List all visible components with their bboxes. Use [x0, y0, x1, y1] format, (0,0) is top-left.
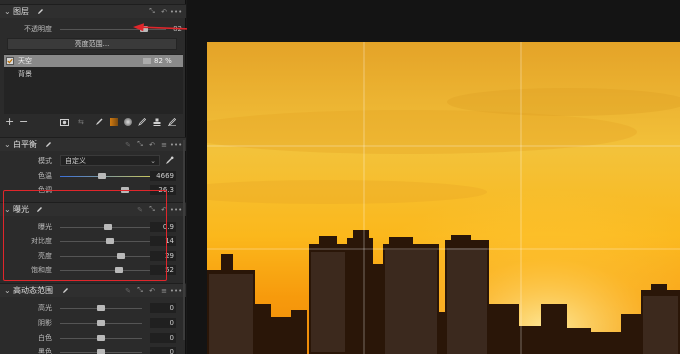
pen-icon[interactable] — [45, 141, 52, 148]
swap-icon[interactable]: ⇆ — [78, 118, 84, 126]
chevron-down-icon[interactable]: ⌄ — [4, 286, 11, 295]
wb-temp-slider-thumb[interactable] — [98, 173, 106, 179]
layer-list: 天空 82 % 背景 — [4, 54, 183, 114]
pen-icon[interactable] — [62, 287, 69, 294]
reset-icon[interactable]: ↶ — [160, 7, 168, 16]
pen-tool-icon[interactable]: ✎ — [124, 286, 132, 295]
adjustments-panel: ⌄ 图层 ⤡ ↶ ••• 不透明度 82 亮度范围... 天空 82 % 背景 — [0, 0, 186, 354]
draw-mask-icon[interactable] — [138, 117, 147, 126]
opacity-label: 不透明度 — [24, 25, 52, 33]
wb-mode-value: 自定义 — [65, 157, 86, 165]
pen-icon[interactable] — [37, 8, 44, 15]
radial-mask-icon[interactable] — [124, 118, 132, 126]
panel-scrollbar[interactable] — [183, 140, 185, 340]
chevron-down-icon[interactable]: ⌄ — [4, 7, 11, 16]
wb-mode-select[interactable]: 自定义 ⌄ — [60, 155, 160, 166]
more-icon[interactable]: ••• — [170, 140, 182, 149]
highlights-slider-thumb[interactable] — [97, 305, 105, 311]
copy-icon[interactable]: ⤡ — [148, 7, 156, 16]
list-icon[interactable]: ≡ — [160, 140, 168, 149]
highlights-value[interactable]: 0 — [150, 303, 176, 313]
list-icon[interactable]: ≡ — [160, 286, 168, 295]
blacks-label: 黑色 — [38, 348, 52, 354]
add-layer-button[interactable]: + — [5, 115, 14, 128]
wb-temp-label: 色温 — [38, 172, 52, 180]
wb-mode-label: 模式 — [38, 157, 52, 165]
shadows-label: 阴影 — [38, 319, 52, 327]
eyedropper-icon[interactable] — [165, 156, 174, 165]
sunset-photo[interactable] — [207, 42, 680, 354]
copy-icon[interactable]: ⤡ — [136, 140, 144, 149]
blacks-slider-thumb[interactable] — [97, 349, 105, 354]
layers-section-header[interactable]: ⌄ 图层 ⤡ ↶ ••• — [0, 4, 186, 18]
more-icon[interactable]: ••• — [170, 286, 182, 295]
reset-icon[interactable]: ↶ — [148, 140, 156, 149]
whites-value[interactable]: 0 — [150, 333, 176, 343]
whites-slider-thumb[interactable] — [97, 335, 105, 341]
brush-icon[interactable] — [95, 118, 103, 126]
layer-name[interactable]: 天空 — [18, 56, 32, 66]
mask-view-icon[interactable] — [60, 119, 69, 126]
hdr-section-header[interactable]: ⌄ 高动态范围 ✎ ⤡ ↶ ≡ ••• — [0, 283, 186, 297]
blacks-value[interactable]: 0 — [150, 347, 176, 354]
more-icon[interactable]: ••• — [170, 205, 182, 214]
pen-tool-icon[interactable]: ✎ — [124, 140, 132, 149]
layer-mask-icon[interactable] — [143, 57, 151, 65]
layer-opacity-percent: 82 % — [154, 57, 172, 65]
more-icon[interactable]: ••• — [170, 7, 182, 16]
white-balance-title: 白平衡 — [13, 140, 37, 149]
remove-layer-button[interactable]: − — [19, 115, 28, 128]
copy-icon[interactable]: ⤡ — [136, 286, 144, 295]
chevron-down-icon: ⌄ — [150, 157, 156, 165]
layers-title: 图层 — [13, 7, 29, 16]
highlight-box — [3, 190, 167, 281]
layer-row[interactable]: 天空 82 % — [4, 55, 183, 67]
stamp-icon[interactable] — [153, 118, 161, 126]
reset-icon[interactable]: ↶ — [148, 286, 156, 295]
wb-temp-value[interactable]: 4669 — [150, 171, 176, 181]
white-balance-section-header[interactable]: ⌄ 白平衡 ✎ ⤡ ↶ ≡ ••• — [0, 137, 186, 151]
layer-row[interactable]: 背景 — [4, 68, 183, 80]
shadows-slider-thumb[interactable] — [97, 320, 105, 326]
erase-icon[interactable] — [168, 117, 177, 126]
gradient-mask-icon[interactable] — [110, 118, 118, 126]
hdr-title: 高动态范围 — [13, 286, 53, 295]
layer-name[interactable]: 背景 — [18, 69, 32, 79]
whites-label: 白色 — [38, 334, 52, 342]
layer-checkbox[interactable] — [6, 57, 14, 65]
layer-toolbar: + − ⇆ — [0, 115, 186, 130]
chevron-down-icon[interactable]: ⌄ — [4, 140, 11, 149]
shadows-value[interactable]: 0 — [150, 318, 176, 328]
luminosity-range-button[interactable]: 亮度范围... — [7, 38, 177, 50]
highlights-label: 高光 — [38, 304, 52, 312]
